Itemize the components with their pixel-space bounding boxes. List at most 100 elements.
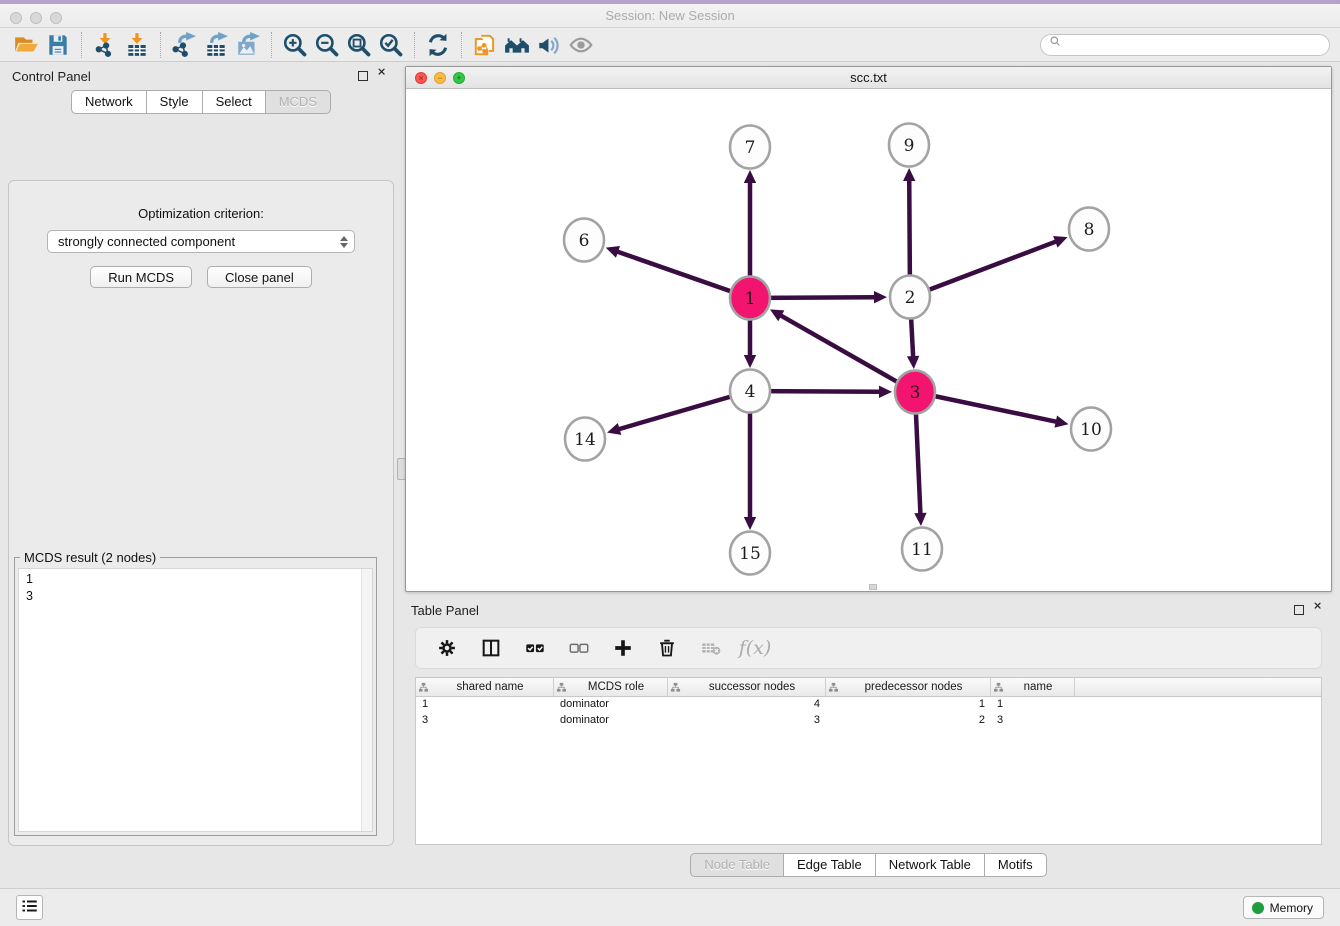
megaphone-button[interactable]	[533, 30, 565, 60]
tab-network-table[interactable]: Network Table	[875, 853, 985, 877]
table-row[interactable]: 3dominator323	[416, 713, 1321, 729]
node-label: 8	[1084, 220, 1095, 240]
mcds-result-textarea[interactable]: 13	[18, 568, 373, 832]
edge-3-10[interactable]	[915, 392, 1057, 422]
column-header-successor-nodes[interactable]: successor nodes	[668, 678, 826, 696]
toolbar-separator	[271, 32, 272, 58]
export-network-button[interactable]	[168, 30, 200, 60]
minimize-window-icon[interactable]	[30, 12, 42, 24]
edge-3-1[interactable]	[780, 315, 915, 392]
network-canvas[interactable]: 1 2 3 4 6 7 8 9 10 11 14 15	[406, 89, 1331, 591]
gear-button[interactable]	[430, 631, 464, 665]
node-11[interactable]: 11	[902, 528, 942, 571]
node-8[interactable]: 8	[1069, 208, 1109, 251]
tab-style[interactable]: Style	[146, 90, 203, 114]
edge-2-8[interactable]	[910, 241, 1056, 297]
control-panel-title: Control Panel	[12, 69, 91, 84]
table-row[interactable]: 1dominator411	[416, 697, 1321, 713]
node-label: 3	[910, 383, 921, 403]
zoom-out-icon	[314, 32, 340, 58]
column-label: MCDS role	[567, 681, 665, 693]
refresh-layout-button[interactable]	[422, 30, 454, 60]
arrowhead-2-3	[907, 356, 919, 369]
arrowhead-3-10	[1054, 416, 1068, 428]
export-table-button[interactable]	[200, 30, 232, 60]
close-panel-button[interactable]: Close panel	[207, 266, 312, 288]
tab-node-table[interactable]: Node Table	[690, 853, 784, 877]
trash-button[interactable]	[650, 631, 684, 665]
eye-button[interactable]	[565, 30, 597, 60]
mcds-panel: Optimization criterion: strongly connect…	[8, 180, 394, 846]
node-3[interactable]: 3	[895, 371, 935, 414]
node-4[interactable]: 4	[730, 370, 770, 413]
memory-button[interactable]: Memory	[1243, 896, 1324, 919]
column-header-shared-name[interactable]: shared name	[416, 678, 554, 696]
zoom-in-button[interactable]	[279, 30, 311, 60]
network-window-titlebar[interactable]: × − + scc.txt	[406, 67, 1331, 89]
column-header-predecessor-nodes[interactable]: predecessor nodes	[826, 678, 991, 696]
close-window-icon[interactable]	[10, 12, 22, 24]
table-panel-title: Table Panel	[411, 603, 479, 618]
task-list-button[interactable]	[16, 895, 43, 920]
table-toolbar: f(x)	[415, 627, 1322, 669]
search-input[interactable]	[1068, 38, 1321, 52]
houses-button[interactable]	[501, 30, 533, 60]
floppy-save-button[interactable]	[42, 30, 74, 60]
function-icon: f(x)	[739, 637, 772, 659]
node-9[interactable]: 9	[889, 124, 929, 167]
mcds-result-group: MCDS result (2 nodes) 13	[14, 557, 377, 836]
node-2[interactable]: 2	[890, 276, 930, 319]
optimization-criterion-select[interactable]: strongly connected component	[47, 230, 355, 253]
run-mcds-button[interactable]: Run MCDS	[90, 266, 192, 288]
network-close-icon[interactable]: ×	[415, 72, 427, 84]
unchecked-boxes-button[interactable]	[562, 631, 596, 665]
main-toolbar	[0, 28, 1340, 62]
split-columns-icon	[480, 637, 502, 659]
toolbar-buttons	[10, 30, 597, 60]
zoom-fit-icon	[346, 32, 372, 58]
plus-button[interactable]	[606, 631, 640, 665]
zoom-fit-button[interactable]	[343, 30, 375, 60]
import-table-button[interactable]	[121, 30, 153, 60]
tab-motifs[interactable]: Motifs	[984, 853, 1047, 877]
tab-edge-table[interactable]: Edge Table	[783, 853, 876, 877]
search-box[interactable]	[1040, 34, 1330, 56]
node-label: 4	[745, 382, 756, 402]
network-view-window: × − + scc.txt 1 2 3 4 6 7 8 9 10 11 14 15	[405, 66, 1332, 592]
node-10[interactable]: 10	[1071, 408, 1111, 451]
import-network-button[interactable]	[89, 30, 121, 60]
float-panel-icon[interactable]	[358, 71, 368, 81]
checked-boxes-button[interactable]	[518, 631, 552, 665]
zoom-in-icon	[282, 32, 308, 58]
arrowhead-1-7	[744, 170, 756, 183]
node-label: 7	[745, 138, 756, 158]
network-maximize-icon[interactable]: +	[453, 72, 465, 84]
column-header-name[interactable]: name	[991, 678, 1075, 696]
result-scrollbar[interactable]	[361, 569, 372, 831]
export-image-button[interactable]	[232, 30, 264, 60]
node-7[interactable]: 7	[730, 126, 770, 169]
network-minimize-icon[interactable]: −	[434, 72, 446, 84]
network-document-button[interactable]	[469, 30, 501, 60]
zoom-selected-button[interactable]	[375, 30, 407, 60]
network-resize-grip[interactable]	[869, 584, 877, 590]
node-14[interactable]: 14	[565, 418, 605, 461]
tab-mcds[interactable]: MCDS	[265, 90, 331, 114]
node-6[interactable]: 6	[564, 219, 604, 262]
tree-icon	[993, 682, 1004, 693]
node-15[interactable]: 15	[730, 532, 770, 575]
column-header-MCDS-role[interactable]: MCDS role	[554, 678, 668, 696]
node-1[interactable]: 1	[730, 277, 770, 320]
float-table-panel-icon[interactable]	[1294, 605, 1304, 615]
tab-network[interactable]: Network	[71, 90, 147, 114]
eye-icon	[568, 32, 594, 58]
node-table[interactable]: shared name MCDS rolesuccessor nodesprede…	[415, 677, 1322, 845]
maximize-window-icon[interactable]	[50, 12, 62, 24]
arrowhead-1-2	[874, 291, 887, 303]
close-panel-icon[interactable]	[377, 67, 390, 85]
tab-select[interactable]: Select	[202, 90, 266, 114]
folder-open-button[interactable]	[10, 30, 42, 60]
split-columns-button[interactable]	[474, 631, 508, 665]
close-table-panel-icon[interactable]	[1313, 601, 1326, 619]
zoom-out-button[interactable]	[311, 30, 343, 60]
